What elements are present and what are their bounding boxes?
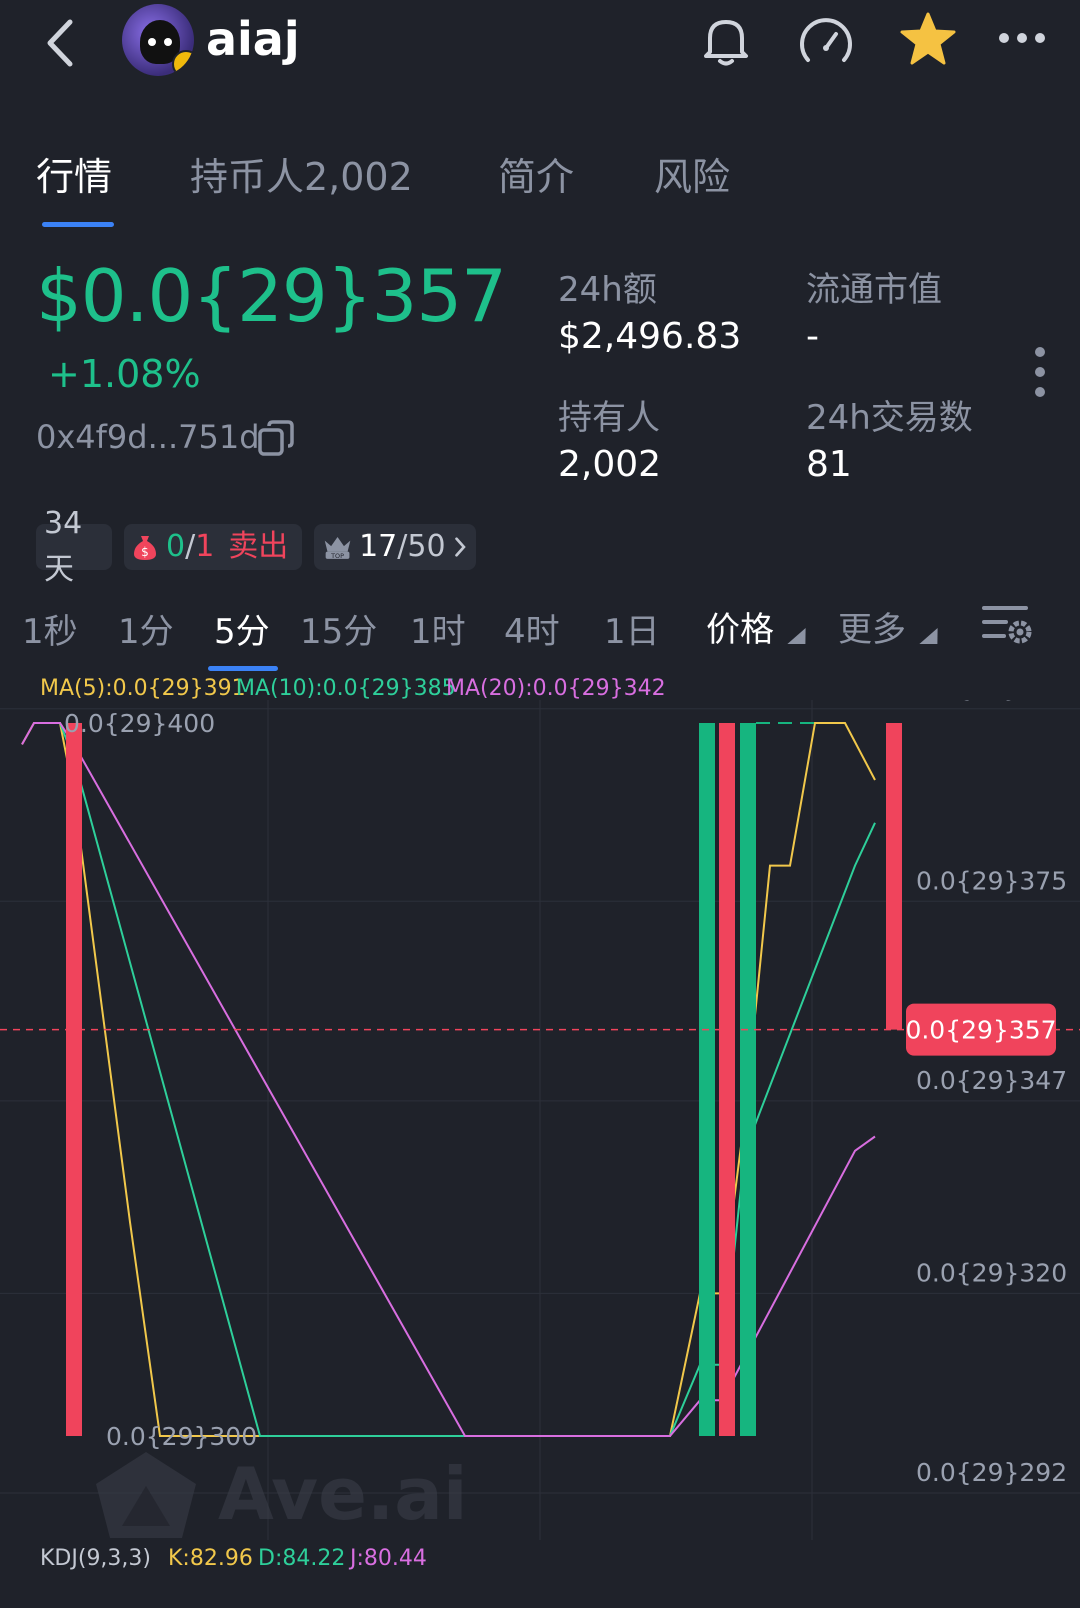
y-tick-label: 0.0{29}292 [916,1458,1067,1487]
more-dropdown[interactable]: 更多 [838,602,906,651]
volume-label: 24h额 [558,270,657,310]
buy-count: 0 [166,529,186,564]
candle [699,723,715,1436]
y-tick-label: 0.0{29}320 [916,1258,1067,1287]
legend-ma5: MA(5):0.0{29}391 [40,676,246,701]
bell-icon[interactable] [698,12,754,68]
kdj-d: D:84.22 [258,1546,346,1571]
tab-market[interactable]: 行情 [36,146,112,201]
y-tick-label: 0.0{29}402 [916,700,1067,703]
gauge-icon[interactable] [796,12,856,72]
tf-1h[interactable]: 1时 [410,604,466,653]
kdj-k: K:82.96 [168,1546,253,1571]
age-badge: 34天 [36,506,112,587]
price-change: +1.08% [48,352,201,396]
candle [719,723,735,1436]
kdj-j: J:80.44 [350,1546,427,1571]
svg-text:TOP: TOP [330,552,344,560]
age-text: 34天 [44,506,83,587]
more-icon[interactable] [996,30,1048,46]
legend-ma10: MA(10):0.0{29}385 [236,676,456,701]
bnb-chain-icon [172,50,194,76]
tab-intro[interactable]: 简介 [498,146,574,201]
chevron-left-icon[interactable] [40,16,84,70]
tf-1d[interactable]: 1日 [604,604,660,653]
y-tick-label: 0.0{29}347 [916,1066,1067,1095]
buysell-separator: / [185,529,196,564]
tf-15m[interactable]: 15分 [300,604,377,653]
watermark-text: Ave.ai [218,1452,468,1536]
rank-total: /50 [397,529,446,564]
svg-text:0.0{29}357: 0.0{29}357 [905,1016,1056,1045]
star-icon[interactable] [898,10,958,70]
buysell-badge[interactable]: $ 0 / 1 卖出 [124,524,302,570]
contract-address: 0x4f9d...751d [36,418,260,456]
token-title: aiaj [206,12,300,66]
vertical-more-icon[interactable] [1034,346,1046,398]
sell-count: 1 [195,529,215,564]
txns-value: 81 [806,444,852,485]
tf-1m[interactable]: 1分 [118,604,174,653]
candle [886,723,902,1030]
price-dropdown[interactable]: 价格 [706,602,774,651]
token-price: $0.0{29}357 [36,254,507,338]
tab-holders[interactable]: 持币人2,002 [190,146,413,201]
candle [740,723,756,1436]
holders-value: 2,002 [558,444,662,485]
tf-1s[interactable]: 1秒 [22,604,78,653]
mcap-value: - [806,316,819,357]
chevron-right-icon [454,537,466,557]
sell-label: 卖出 [228,529,289,564]
price-dropdown-caret-icon [787,628,815,644]
ave-logo-icon [96,1452,196,1538]
rank-value: 17 [359,529,398,564]
tab-active-indicator [42,222,114,227]
tf-active-indicator [208,666,278,671]
tf-4h[interactable]: 4时 [504,604,560,653]
current-price-tag: 0.0{29}357 [905,1003,1057,1056]
copy-icon[interactable] [256,418,296,458]
chart-settings-icon[interactable] [982,600,1032,648]
tf-5m[interactable]: 5分 [214,604,270,653]
mcap-label: 流通市值 [806,270,942,310]
txns-label: 24h交易数 [806,398,973,438]
more-dropdown-caret-icon [919,628,947,644]
candle [66,723,82,1436]
candles [66,722,902,1436]
rank-badge[interactable]: TOP 17 /50 [314,524,476,570]
token-avatar [122,4,194,76]
crown-icon: TOP [324,536,351,560]
legend-ma20: MA(20):0.0{29}342 [446,676,666,701]
svg-text:$: $ [141,545,149,559]
money-bag-icon: $ [134,536,156,560]
price-chart[interactable]: 0.0{29}402 0.0{29}375 0.0{29}347 0.0{29}320… [0,700,1080,1540]
y-tick-label: 0.0{29}375 [916,866,1067,895]
tab-risk[interactable]: 风险 [654,146,730,201]
kdj-label: KDJ(9,3,3) [40,1546,151,1571]
volume-value: $2,496.83 [558,316,742,357]
high-price-label: 0.0{29}400 [64,709,215,738]
y-axis-labels: 0.0{29}402 0.0{29}375 0.0{29}347 0.0{29}320… [916,700,1067,1487]
holders-label: 持有人 [558,398,660,438]
